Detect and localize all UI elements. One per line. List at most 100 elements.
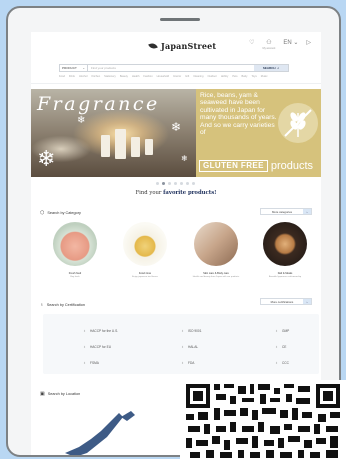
category-link[interactable]: Outdoor (207, 75, 216, 78)
qr-code-icon (180, 380, 346, 459)
category-link[interactable]: Gift (185, 75, 189, 78)
banner-copy: Rice, beans, yam & seaweed have been cul… (200, 92, 277, 137)
category-card[interactable]: Food zone Enjoy japanese tea flavors (113, 222, 177, 278)
logo-text: JapanStreet (161, 41, 217, 51)
cert-label: ISO 9001 (188, 328, 202, 333)
chevron-down-icon: ⌄ (293, 40, 299, 46)
snowflake-icon: ❄ (37, 146, 56, 171)
gluten-free-row: GLUTEN FREE products (199, 160, 313, 172)
carousel-dot[interactable] (186, 182, 189, 185)
category-link[interactable]: Cleaning (193, 75, 203, 78)
carousel-dot[interactable] (168, 182, 171, 185)
chevron-right-icon: › (303, 299, 311, 304)
heart-icon[interactable]: ♡ (249, 40, 254, 47)
header-actions: ♡ ⚇ My account EN ⌄ ▷ (249, 40, 311, 50)
candle-graphic (115, 129, 126, 159)
category-link[interactable]: Drink (69, 75, 75, 78)
more-certifications-button[interactable]: More certifications › (260, 298, 312, 305)
category-link[interactable]: Music (261, 75, 268, 78)
category-link[interactable]: Interior (173, 75, 181, 78)
site-logo[interactable]: JapanStreet (148, 40, 216, 52)
category-link[interactable]: Alcohol (79, 75, 88, 78)
carousel-dots (156, 182, 195, 185)
category-card[interactable]: Deli & Meals Beautiful japanese craftsma… (253, 222, 317, 278)
cert-title-text: Search by Certification (46, 303, 85, 307)
cert-label: CCC (282, 360, 289, 365)
account-link[interactable]: ⚇ My account (263, 40, 276, 50)
search-icon: ⌕ (277, 66, 280, 70)
search-scope-select[interactable]: PRODUCT ⌄ (60, 65, 88, 71)
cert-item[interactable]: ♁ HACCP for EU (83, 344, 111, 349)
cert-item[interactable]: ♁ CE (275, 344, 286, 349)
japan-map-graphic[interactable] (61, 409, 136, 457)
category-link[interactable]: Pets (232, 75, 237, 78)
chevron-down-icon: ⌄ (82, 66, 85, 70)
cert-section-title: ♁ Search by Certification (40, 302, 85, 308)
deli-image (263, 222, 307, 266)
category-list: Fresh food Buy fresh Food zone Enjoy jap… (31, 222, 321, 292)
category-link[interactable]: Food (59, 75, 65, 78)
category-links: Food Drink Alcohol Kitchen Stationery Beauty H… (59, 75, 299, 78)
cart-icon[interactable]: ▷ (306, 40, 311, 47)
tablet-speaker (160, 18, 200, 21)
carousel-dot[interactable] (156, 182, 159, 185)
search-button[interactable]: SEARCH ⌕ (254, 65, 288, 71)
chevron-right-icon: › (303, 209, 311, 214)
category-name: Deli & Meals (277, 272, 293, 275)
search-bar: PRODUCT ⌄ Find your products SEARCH ⌕ (59, 64, 289, 72)
category-name: Skin care & Body care (203, 272, 229, 275)
carousel-dot[interactable] (174, 182, 177, 185)
banner-products-word: products (270, 160, 314, 172)
cert-item[interactable]: ♁ CCC (275, 360, 289, 365)
certificate-icon: ♁ (275, 344, 278, 349)
location-title-text: Search by Location (47, 392, 81, 396)
category-card[interactable]: Skin care & Body care Health and beauty … (184, 222, 248, 278)
carousel-dot[interactable] (192, 182, 195, 185)
category-link[interactable]: Household (157, 75, 169, 78)
tea-image (123, 222, 167, 266)
category-link[interactable]: Toys (251, 75, 256, 78)
cert-label: FSMA (90, 360, 99, 365)
language-label: EN (283, 40, 292, 46)
certificate-icon: ♁ (40, 302, 44, 308)
search-button-label: SEARCH (262, 66, 276, 70)
find-bold: favorite products! (163, 190, 217, 196)
category-link[interactable]: Baby (242, 75, 248, 78)
category-link[interactable]: Beauty (120, 75, 128, 78)
category-link[interactable]: Kitchen (92, 75, 101, 78)
cert-item[interactable]: ♁ HALAL (181, 344, 198, 349)
location-section-title: ▣ Search by Location (40, 391, 80, 397)
category-icon: ⬡ (40, 210, 45, 216)
category-link[interactable]: Fashion (143, 75, 152, 78)
divider (31, 83, 321, 84)
category-name: Food zone (138, 272, 152, 275)
cert-item[interactable]: ♁ ISO 9001 (181, 328, 201, 333)
language-selector[interactable]: EN ⌄ (283, 40, 298, 47)
category-link[interactable]: Stationery (104, 75, 116, 78)
cert-item[interactable]: ♁ FDA (181, 360, 194, 365)
cert-label: FDA (188, 360, 195, 365)
more-categories-label: More categories (271, 209, 293, 214)
cert-item[interactable]: ♁ FSMA (83, 360, 99, 365)
certificate-icon: ♁ (83, 360, 86, 365)
category-link[interactable]: Hobby (221, 75, 229, 78)
cert-item[interactable]: ♁ GMP (275, 328, 289, 333)
certificate-icon: ♁ (181, 344, 184, 349)
carousel-dot-active[interactable] (162, 182, 165, 185)
skin-care-image (194, 222, 238, 266)
search-input[interactable]: Find your products (88, 65, 254, 71)
banner-photo: Fragrance ❄ ❄ ❄ ❄ (31, 89, 196, 177)
gluten-free-icon (278, 103, 318, 143)
category-card[interactable]: Fresh food Buy fresh (43, 222, 107, 278)
carousel-dot[interactable] (180, 182, 183, 185)
more-categories-button[interactable]: More categories › (260, 208, 312, 215)
cert-label: HACCP for EU (90, 344, 112, 349)
banner-promo: Rice, beans, yam & seaweed have been cul… (196, 89, 321, 177)
category-link[interactable]: Health (132, 75, 140, 78)
section-heading: Find your favorite products! (31, 190, 321, 196)
hero-banner[interactable]: Fragrance ❄ ❄ ❄ ❄ Rice, beans, yam & sea… (31, 89, 321, 177)
certification-grid: ♁ HACCP for the U.S. ♁ ISO 9001 ♁ GMP ♁ HACC… (43, 314, 319, 374)
gluten-free-badge: GLUTEN FREE (199, 160, 268, 172)
cert-item[interactable]: ♁ HACCP for the U.S. (83, 328, 118, 333)
search-scope-label: PRODUCT (62, 66, 77, 70)
